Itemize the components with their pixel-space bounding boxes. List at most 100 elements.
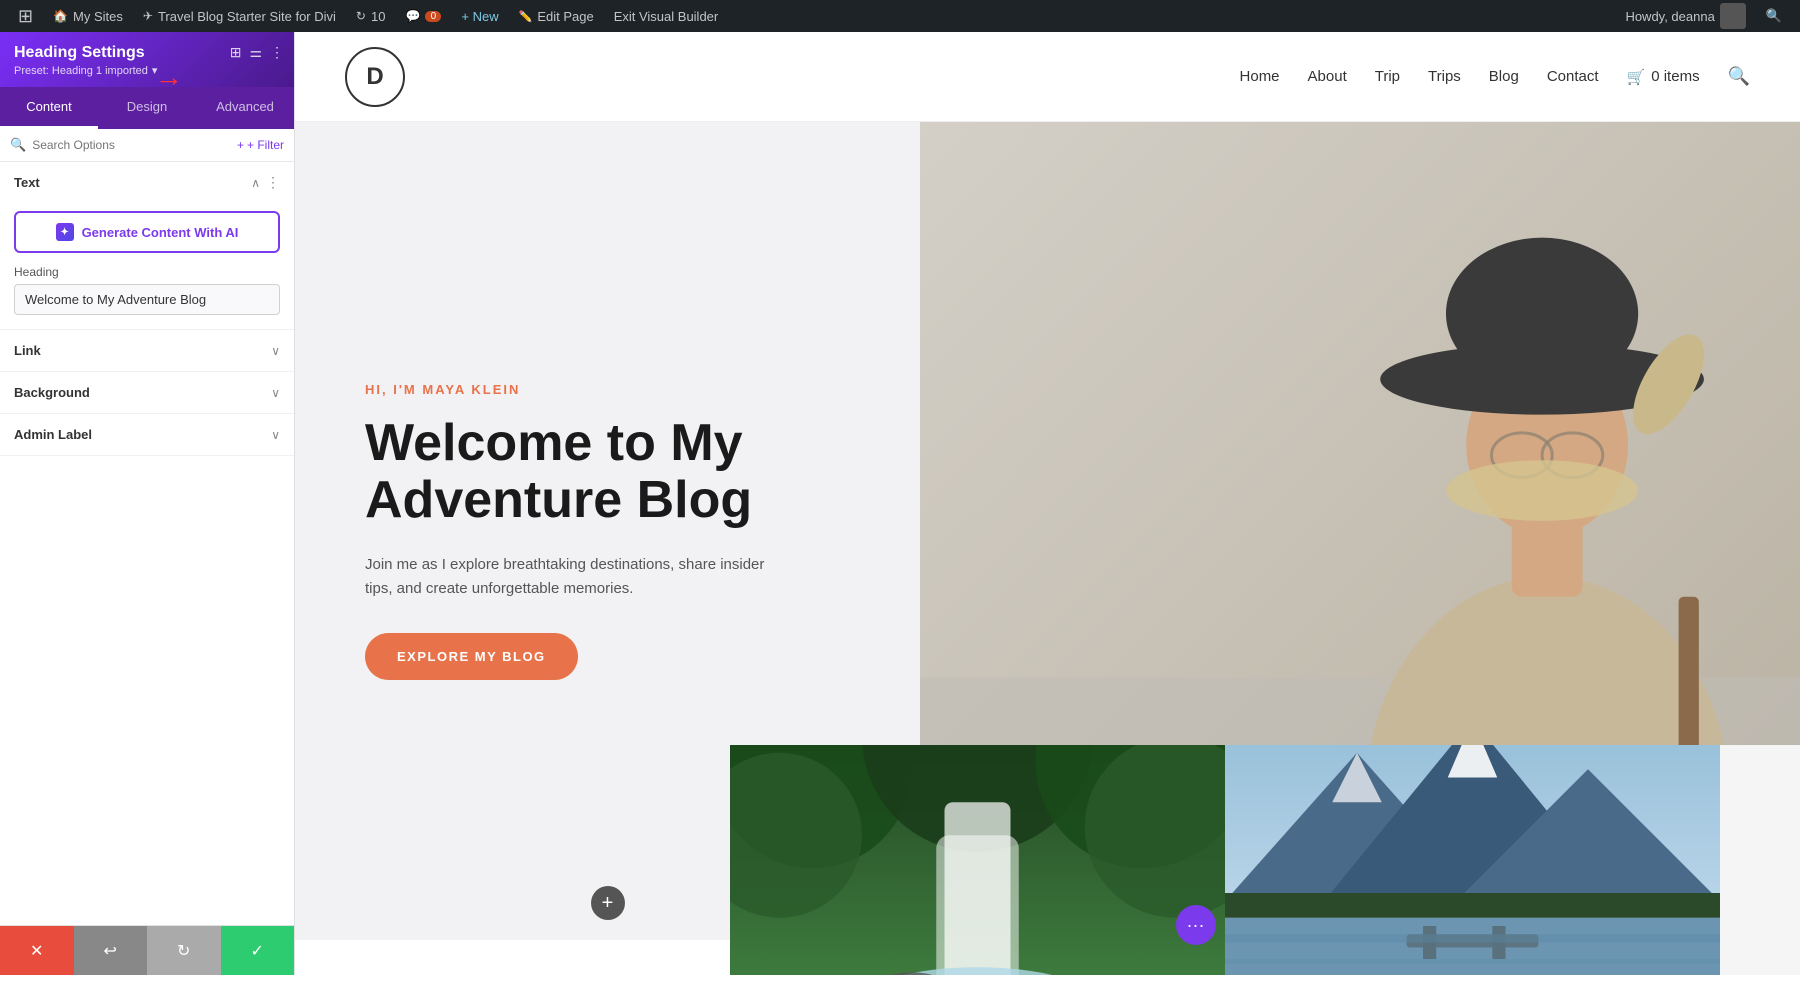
admin-bar-right: Howdy, deanna 🔍 <box>1615 0 1792 32</box>
settings-more-icon[interactable]: ⋮ <box>270 44 284 61</box>
redo-button[interactable]: ↻ <box>147 926 221 975</box>
wp-icon: ⊞ <box>18 6 33 27</box>
ai-icon: ✦ <box>56 223 74 241</box>
bottom-action-bar: ✕ ↩ ↻ ✓ <box>0 925 294 975</box>
gallery-item-waterfall <box>730 745 1225 975</box>
text-section-label: Text <box>14 175 40 190</box>
site-name-text: Travel Blog Starter Site for Divi <box>158 9 336 24</box>
site-nav-links: Home About Trip Trips Blog Contact 🛒 0 i… <box>1240 66 1750 87</box>
settings-preset: Preset: Heading 1 imported ▾ <box>14 64 280 77</box>
admin-label-section-label: Admin Label <box>14 427 92 442</box>
settings-copy-icon[interactable]: ⊞ <box>230 44 242 61</box>
settings-header-icons: ⊞ ⚌ ⋮ <box>230 44 284 61</box>
search-admin-icon[interactable]: 🔍 <box>1756 0 1792 32</box>
new-label: + New <box>461 9 498 24</box>
text-section: Text ∧ ⋮ ✦ Generate Content With AI Head… <box>0 162 294 330</box>
nav-cart[interactable]: 🛒 0 items <box>1627 68 1700 86</box>
my-sites-menu[interactable]: 🏠 My Sites <box>43 0 133 32</box>
background-section[interactable]: Background ∨ <box>0 372 294 414</box>
site-name-link[interactable]: ✈ Travel Blog Starter Site for Divi <box>133 0 346 32</box>
edit-page-link[interactable]: ✏️ Edit Page <box>509 0 604 32</box>
avatar-placeholder <box>1720 3 1746 29</box>
exit-builder-link[interactable]: Exit Visual Builder <box>604 0 729 32</box>
logo-letter: D <box>366 63 383 91</box>
generate-ai-button[interactable]: ✦ Generate Content With AI <box>14 211 280 253</box>
settings-columns-icon[interactable]: ⚌ <box>249 44 262 61</box>
link-section-label: Link <box>14 343 41 358</box>
comments-icon: 💬 <box>405 9 420 23</box>
background-section-label: Background <box>14 385 90 400</box>
undo-button[interactable]: ↩ <box>74 926 148 975</box>
new-post-link[interactable]: + New <box>451 0 508 32</box>
add-content-icon: + <box>602 892 614 915</box>
my-sites-label: My Sites <box>73 9 123 24</box>
admin-label-section[interactable]: Admin Label ∨ <box>0 414 294 456</box>
nav-trips[interactable]: Trips <box>1428 68 1461 85</box>
gallery-item-partial <box>1720 745 1800 975</box>
nav-trip[interactable]: Trip <box>1375 68 1400 85</box>
save-icon: ✓ <box>251 941 264 961</box>
magnify-icon: 🔍 <box>1766 8 1782 24</box>
updates-count: 10 <box>371 9 385 24</box>
redo-icon: ↻ <box>177 941 190 961</box>
back-arrow[interactable]: ← <box>155 70 183 102</box>
nav-contact[interactable]: Contact <box>1547 68 1599 85</box>
tab-advanced[interactable]: Advanced <box>196 87 294 129</box>
howdy-menu[interactable]: Howdy, deanna <box>1615 0 1755 32</box>
nav-about[interactable]: About <box>1308 68 1347 85</box>
text-chevron-icon: ∧ <box>251 176 260 190</box>
text-section-icons: ∧ ⋮ <box>251 174 280 191</box>
gallery-item-mountain <box>1225 745 1720 975</box>
filter-button[interactable]: + + Filter <box>237 138 284 152</box>
search-options-input[interactable] <box>32 138 231 152</box>
link-chevron-icon: ∨ <box>271 344 280 358</box>
cart-icon: 🛒 <box>1627 68 1646 86</box>
filter-label: + Filter <box>247 138 284 152</box>
settings-content: Text ∧ ⋮ ✦ Generate Content With AI Head… <box>0 162 294 925</box>
comments-count: 0 <box>425 11 441 22</box>
filter-icon: + <box>237 138 244 152</box>
comments-link[interactable]: 💬 0 <box>395 0 451 32</box>
settings-sidebar: ← Heading Settings Preset: Heading 1 imp… <box>0 32 295 975</box>
sites-icon: 🏠 <box>53 9 68 23</box>
cta-label: EXPLORE MY BLOG <box>397 649 546 664</box>
settings-tab-bar: Content Design Advanced <box>0 87 294 129</box>
heading-field-label: Heading <box>14 265 280 279</box>
pencil-icon: ✏️ <box>519 10 533 23</box>
hero-title: Welcome to My Adventure Blog <box>365 415 850 529</box>
preset-label: Preset: Heading 1 imported <box>14 65 148 77</box>
site-logo[interactable]: D <box>345 47 405 107</box>
tab-content[interactable]: Content <box>0 87 98 129</box>
main-content: D Home About Trip Trips Blog Contact 🛒 0… <box>295 32 1800 975</box>
text-section-content: ✦ Generate Content With AI Heading <box>0 203 294 329</box>
hero-subtitle: HI, I'M MAYA KLEIN <box>365 382 850 397</box>
updates-link[interactable]: ↻ 10 <box>346 0 396 32</box>
settings-header: ← Heading Settings Preset: Heading 1 imp… <box>0 32 294 87</box>
exit-builder-label: Exit Visual Builder <box>614 9 719 24</box>
nav-search-icon[interactable]: 🔍 <box>1728 66 1750 87</box>
generate-btn-label: Generate Content With AI <box>82 225 239 240</box>
heading-input[interactable] <box>14 284 280 315</box>
undo-icon: ↩ <box>104 941 117 961</box>
main-layout: ← Heading Settings Preset: Heading 1 imp… <box>0 32 1800 975</box>
nav-home[interactable]: Home <box>1240 68 1280 85</box>
save-button[interactable]: ✓ <box>221 926 295 975</box>
nav-blog[interactable]: Blog <box>1489 68 1519 85</box>
website-preview: D Home About Trip Trips Blog Contact 🛒 0… <box>295 32 1800 975</box>
text-section-header[interactable]: Text ∧ ⋮ <box>0 162 294 203</box>
edit-page-label: Edit Page <box>537 9 593 24</box>
add-content-button[interactable]: + <box>591 886 625 920</box>
cart-count: 0 items <box>1651 68 1699 85</box>
site-icon: ✈ <box>143 9 153 23</box>
text-dots-icon[interactable]: ⋮ <box>266 174 280 191</box>
cancel-button[interactable]: ✕ <box>0 926 74 975</box>
site-nav: D Home About Trip Trips Blog Contact 🛒 0… <box>295 32 1800 122</box>
waterfall-image <box>730 745 1225 975</box>
purple-dot-menu[interactable]: ··· <box>1176 905 1216 945</box>
admin-bar: ⊞ 🏠 My Sites ✈ Travel Blog Starter Site … <box>0 0 1800 32</box>
explore-cta-button[interactable]: EXPLORE MY BLOG <box>365 633 578 680</box>
link-section[interactable]: Link ∨ <box>0 330 294 372</box>
background-chevron-icon: ∨ <box>271 386 280 400</box>
wp-logo-item[interactable]: ⊞ <box>8 0 43 32</box>
purple-menu-icon: ··· <box>1187 915 1205 936</box>
